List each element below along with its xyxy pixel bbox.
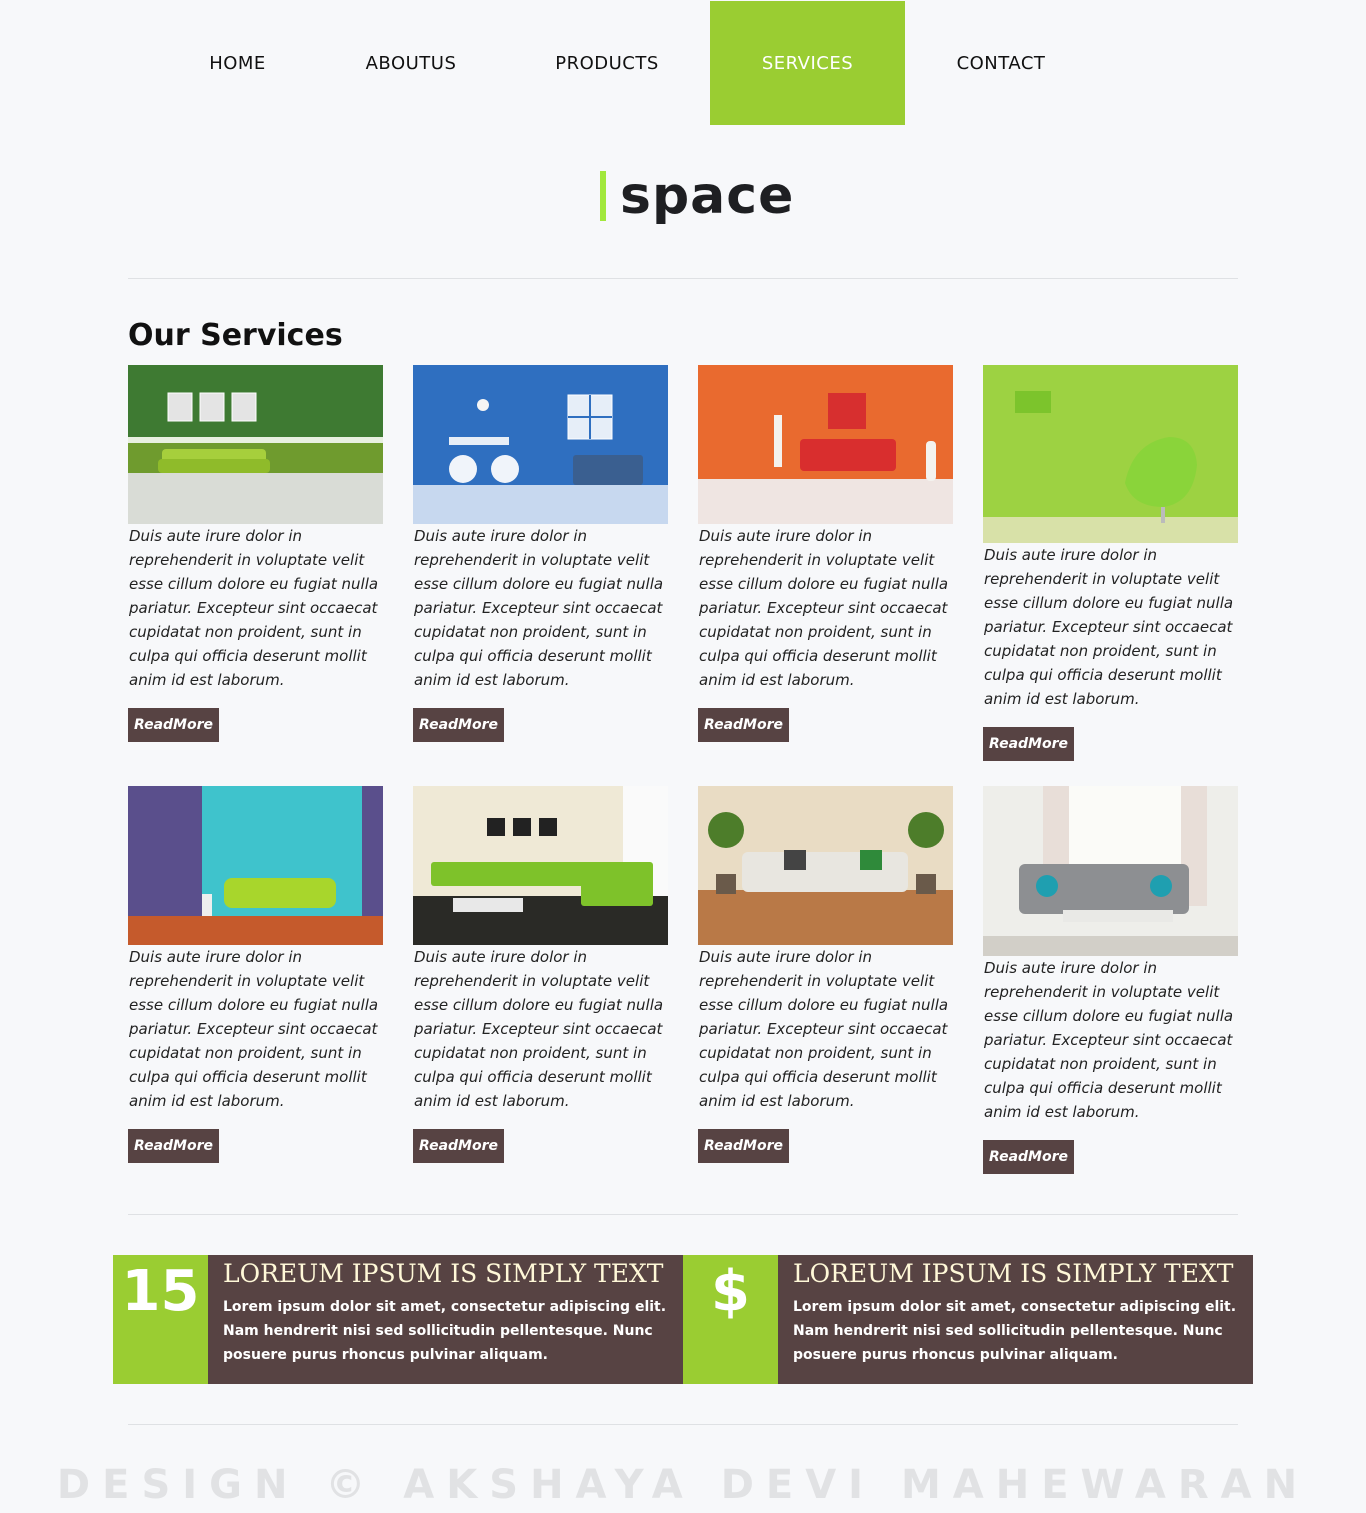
service-card: Duis aute irure dolor in reprehenderit i… xyxy=(128,786,383,1163)
service-card: Duis aute irure dolor in reprehenderit i… xyxy=(983,365,1238,761)
divider-top xyxy=(128,278,1238,279)
service-card-text: Duis aute irure dolor in reprehenderit i… xyxy=(414,948,664,1110)
service-card-text: Duis aute irure dolor in reprehenderit i… xyxy=(129,948,379,1110)
feature-text: Lorem ipsum dolor sit amet, consectetur … xyxy=(793,1299,1237,1363)
dollar-icon: $ xyxy=(683,1255,778,1384)
grey-sofa-window-image xyxy=(983,786,1238,956)
main-nav: HOME ABOUTUS PRODUCTS SERVICES CONTACT xyxy=(0,1,1366,125)
read-more-button[interactable]: ReadMore xyxy=(698,1129,789,1163)
feature-body: LOREUM IPSUM IS SIMPLY TEXT Lorem ipsum … xyxy=(778,1255,1253,1384)
feature-title: LOREUM IPSUM IS SIMPLY TEXT xyxy=(223,1259,664,1288)
nav-products[interactable]: PRODUCTS xyxy=(545,1,669,125)
service-card-text: Duis aute irure dolor in reprehenderit i… xyxy=(984,546,1234,708)
feature-badge: 15 xyxy=(113,1255,208,1384)
footer-credit: DESIGN © AKSHAYA DEVI MAHEWARAN xyxy=(56,1462,1310,1508)
nav-home[interactable]: HOME xyxy=(190,1,285,125)
service-card-text: Duis aute irure dolor in reprehenderit i… xyxy=(129,527,379,689)
services-heading: Our Services xyxy=(128,318,343,353)
service-card-text: Duis aute irure dolor in reprehenderit i… xyxy=(699,948,949,1110)
feature-title: LOREUM IPSUM IS SIMPLY TEXT xyxy=(793,1259,1234,1288)
service-card-text: Duis aute irure dolor in reprehenderit i… xyxy=(414,527,664,689)
read-more-button[interactable]: ReadMore xyxy=(128,708,219,742)
service-card: Duis aute irure dolor in reprehenderit i… xyxy=(698,786,953,1163)
service-card-text: Duis aute irure dolor in reprehenderit i… xyxy=(984,959,1234,1121)
read-more-button[interactable]: ReadMore xyxy=(413,1129,504,1163)
feature-body: LOREUM IPSUM IS SIMPLY TEXT Lorem ipsum … xyxy=(208,1255,683,1384)
nav-contact[interactable]: CONTACT xyxy=(945,1,1057,125)
service-card: Duis aute irure dolor in reprehenderit i… xyxy=(698,365,953,742)
orange-room-red-sofa-image xyxy=(698,365,953,524)
read-more-button[interactable]: ReadMore xyxy=(983,1140,1074,1174)
green-room-sofa-image xyxy=(128,365,383,524)
feature-block: $ LOREUM IPSUM IS SIMPLY TEXT Lorem ipsu… xyxy=(683,1255,1253,1384)
logo-accent-bar xyxy=(600,171,606,221)
service-card-text: Duis aute irure dolor in reprehenderit i… xyxy=(699,527,949,689)
service-card: Duis aute irure dolor in reprehenderit i… xyxy=(128,365,383,742)
blue-room-dining-image xyxy=(413,365,668,524)
read-more-button[interactable]: ReadMore xyxy=(413,708,504,742)
read-more-button[interactable]: ReadMore xyxy=(698,708,789,742)
beige-room-plants-image xyxy=(698,786,953,945)
read-more-button[interactable]: ReadMore xyxy=(128,1129,219,1163)
green-sectional-living-image xyxy=(413,786,668,945)
service-card: Duis aute irure dolor in reprehenderit i… xyxy=(413,365,668,742)
read-more-button[interactable]: ReadMore xyxy=(983,727,1074,761)
teal-purple-room-image xyxy=(128,786,383,945)
service-card: Duis aute irure dolor in reprehenderit i… xyxy=(983,786,1238,1174)
logo-text: space xyxy=(620,166,795,226)
site-logo[interactable]: space xyxy=(600,166,794,226)
feature-block: 15 LOREUM IPSUM IS SIMPLY TEXT Lorem ips… xyxy=(113,1255,683,1384)
service-card: Duis aute irure dolor in reprehenderit i… xyxy=(413,786,668,1163)
feature-text: Lorem ipsum dolor sit amet, consectetur … xyxy=(223,1299,667,1363)
nav-aboutus[interactable]: ABOUTUS xyxy=(355,1,467,125)
divider-middle xyxy=(128,1214,1238,1215)
divider-bottom xyxy=(128,1424,1238,1425)
nav-services[interactable]: SERVICES xyxy=(710,1,905,125)
lime-room-chair-image xyxy=(983,365,1238,543)
